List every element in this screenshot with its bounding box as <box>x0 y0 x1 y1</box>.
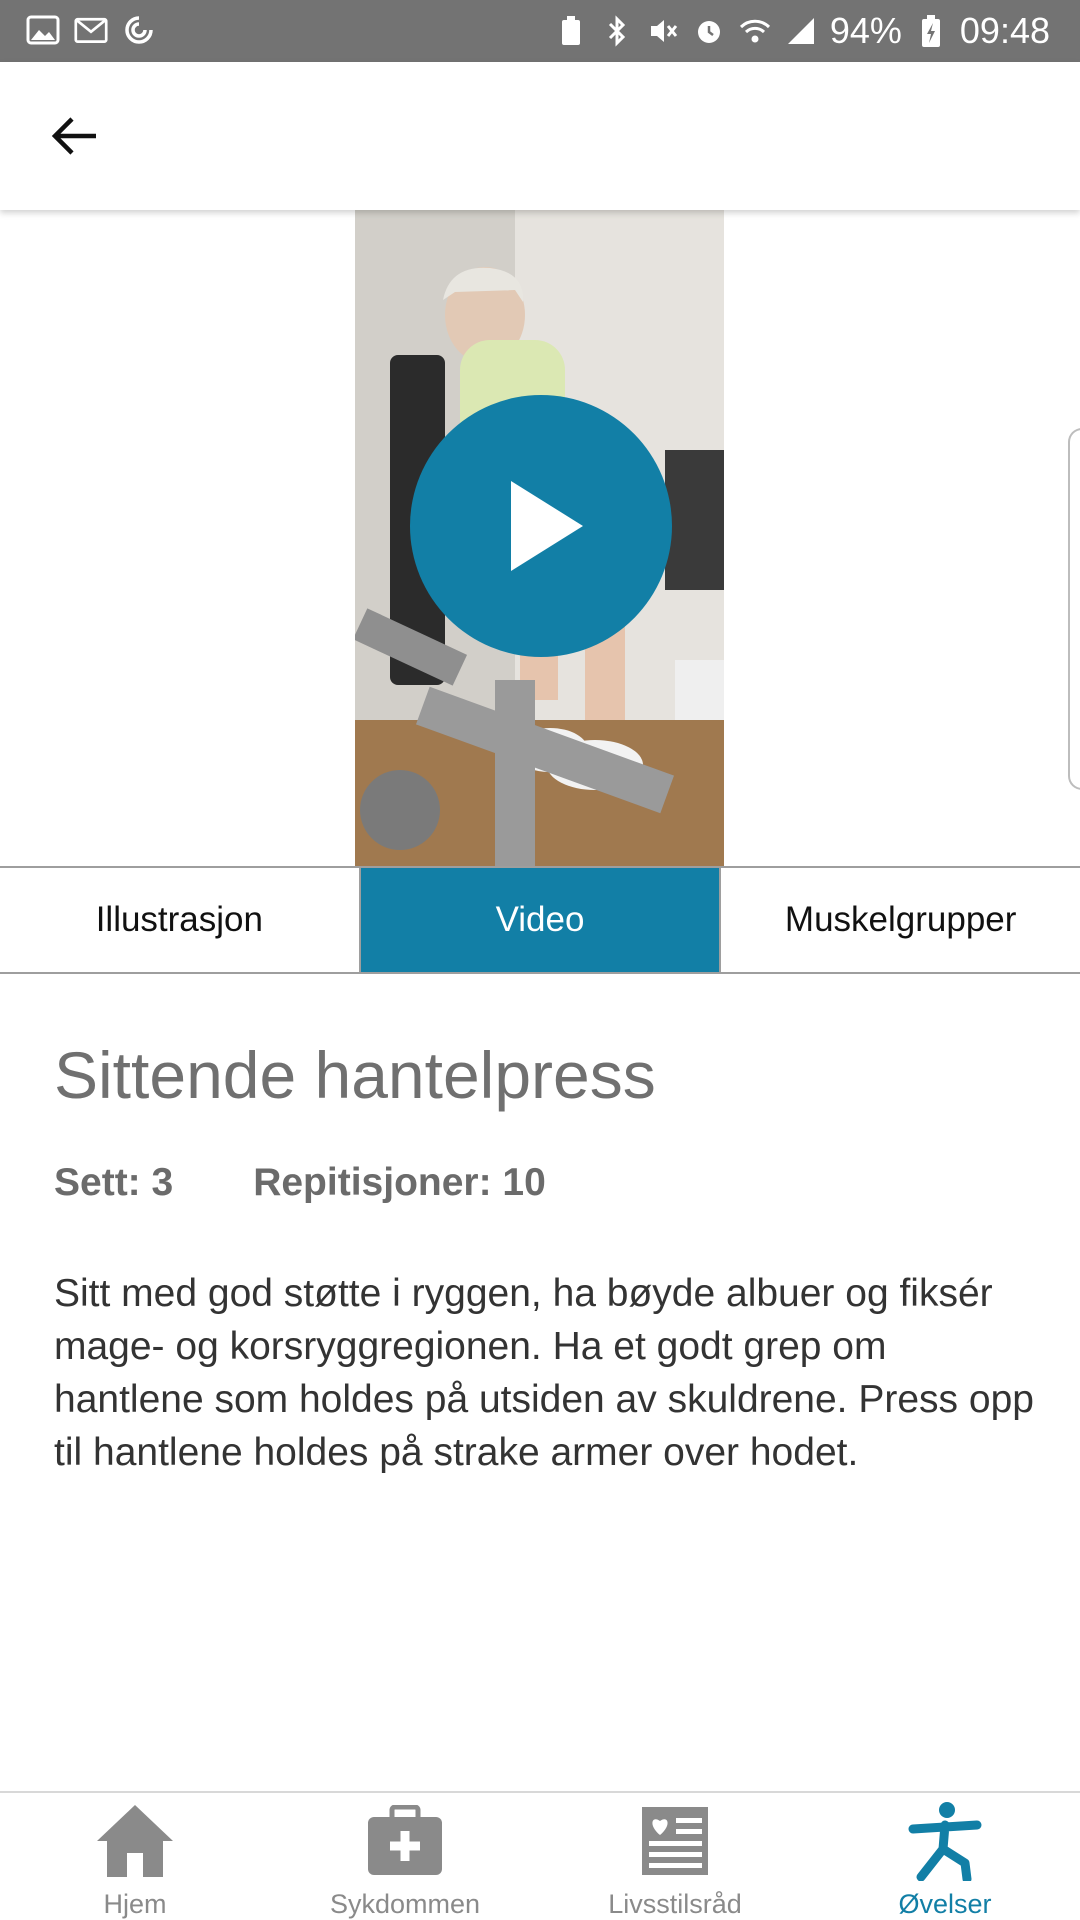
exercise-description: Sitt med god støtte i ryggen, ha bøyde a… <box>54 1272 1034 1474</box>
back-button[interactable] <box>38 100 110 172</box>
play-button[interactable] <box>410 395 672 657</box>
reps-count: Repitisjoner: 10 <box>253 1161 546 1204</box>
status-bar: 94% 09:48 <box>0 0 1080 62</box>
gmail-icon <box>74 13 108 47</box>
exercise-details: Sittende hantelpress Sett: 3 Repitisjone… <box>54 1035 1034 1479</box>
media-tabs: Illustrasjon Video Muskelgrupper <box>0 866 1080 974</box>
sets-count: Sett: 3 <box>54 1161 174 1204</box>
nav-item-ovelser[interactable]: Øvelser <box>810 1793 1080 1920</box>
nav-item-sykdommen[interactable]: Sykdommen <box>270 1793 540 1920</box>
tab-muskelgrupper[interactable]: Muskelgrupper <box>721 868 1080 972</box>
media-area <box>0 210 1080 866</box>
nav-label-ovelser: Øvelser <box>898 1889 992 1919</box>
mute-icon <box>646 14 680 48</box>
wifi-icon <box>738 14 772 48</box>
medical-kit-icon <box>363 1801 447 1881</box>
notification-icons <box>26 13 156 47</box>
bottom-navigation: Hjem Sykdommen Livsstilsråd Øvelser <box>0 1791 1080 1920</box>
heart-list-icon <box>633 1801 717 1881</box>
system-icons: 94% 09:48 <box>554 8 1050 54</box>
battery-percent: 94% <box>829 10 902 51</box>
nav-item-livsstilsrad[interactable]: Livsstilsråd <box>540 1793 810 1920</box>
exercise-title: Sittende hantelpress <box>54 1038 656 1112</box>
clock: 09:48 <box>959 10 1050 51</box>
battery-saver-icon <box>554 14 588 48</box>
tab-video[interactable]: Video <box>360 868 722 972</box>
sync-icon <box>122 13 156 47</box>
battery-charging-icon <box>914 14 948 48</box>
alarm-icon <box>692 14 726 48</box>
bluetooth-icon <box>600 14 634 48</box>
tab-illustrasjon[interactable]: Illustrasjon <box>0 868 361 972</box>
play-icon <box>511 481 583 571</box>
gallery-icon <box>26 13 60 47</box>
nav-item-hjem[interactable]: Hjem <box>0 1793 270 1920</box>
app-bar <box>0 62 1080 210</box>
nav-label-hjem: Hjem <box>103 1889 167 1919</box>
home-icon <box>93 1801 177 1881</box>
arrow-back-icon <box>51 117 96 155</box>
nav-label-sykdommen: Sykdommen <box>329 1889 481 1919</box>
signal-icon <box>784 14 818 48</box>
side-drawer-handle[interactable] <box>1068 428 1080 790</box>
exercise-figure-icon <box>903 1801 987 1881</box>
exercise-meta: Sett: 3 Repitisjoner: 10 <box>54 1161 1034 1205</box>
nav-label-livsstilsrad: Livsstilsråd <box>608 1889 742 1919</box>
